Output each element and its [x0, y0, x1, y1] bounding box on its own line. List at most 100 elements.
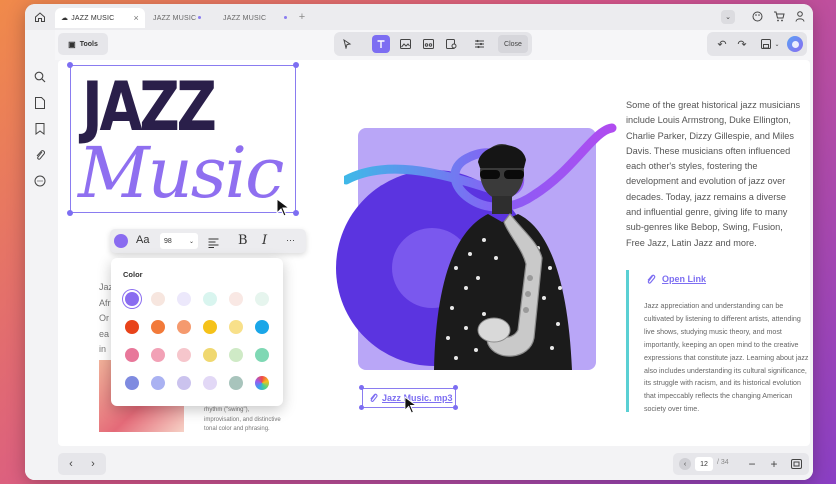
heading-selection-box[interactable] [70, 65, 296, 213]
caption-line: rhythm ("swing"), [204, 407, 250, 413]
unsaved-dot-icon [284, 16, 287, 19]
appreciation-paragraph[interactable]: Jazz appreciation and understanding can … [644, 300, 810, 416]
color-swatch[interactable] [255, 320, 269, 334]
close-tab-icon[interactable]: × [134, 13, 139, 23]
tab-bar: ☁ JAZZ MUSIC × JAZZ MUSIC JAZZ MUSIC + ⌄ [25, 4, 813, 30]
color-swatch[interactable] [151, 348, 165, 362]
resize-handle[interactable] [67, 210, 73, 216]
caption-line: tonal color and phrasing. [204, 426, 270, 432]
color-swatch[interactable] [177, 320, 191, 334]
color-swatch[interactable] [177, 292, 191, 306]
page-total: / 34 [717, 459, 729, 466]
paperclip-link-icon [647, 274, 656, 284]
user-icon[interactable] [793, 9, 807, 23]
attachment-box-icon[interactable] [442, 35, 460, 53]
fit-page-icon[interactable] [789, 457, 803, 471]
tab-jazz-music-3[interactable]: JAZZ MUSIC [217, 8, 293, 28]
pages-icon[interactable] [33, 96, 47, 110]
color-swatch[interactable] [151, 376, 165, 390]
color-swatch[interactable] [255, 292, 269, 306]
image-tool-icon[interactable] [396, 35, 414, 53]
color-swatch[interactable] [125, 376, 139, 390]
resize-handle[interactable] [453, 385, 458, 390]
save-icon[interactable] [759, 37, 773, 51]
comment-icon[interactable] [33, 174, 47, 188]
color-swatch[interactable] [229, 376, 243, 390]
font-family-button[interactable]: Aa [136, 234, 149, 246]
home-icon[interactable] [33, 10, 47, 24]
color-swatch[interactable] [203, 376, 217, 390]
color-swatch[interactable] [229, 348, 243, 362]
zoom-out-icon[interactable]: − [745, 457, 759, 471]
custom-color-wheel[interactable] [255, 376, 269, 390]
color-swatch[interactable] [125, 320, 139, 334]
ai-assistant-icon[interactable] [787, 36, 803, 52]
bold-button[interactable]: B [238, 233, 248, 248]
resize-handle[interactable] [293, 62, 299, 68]
text-format-toolbar: Aa 98 ⌄ B I ··· [110, 229, 306, 253]
cart-icon[interactable] [772, 9, 786, 23]
mouse-pointer-icon [404, 396, 418, 414]
palette-icon[interactable] [750, 9, 764, 23]
color-swatch[interactable] [151, 320, 165, 334]
previous-page-icon[interactable]: ‹ [679, 458, 691, 470]
open-link[interactable]: Open Link [662, 274, 706, 284]
new-tab-plus-icon[interactable]: + [295, 10, 309, 24]
resize-handle[interactable] [293, 210, 299, 216]
text-color-button[interactable] [114, 234, 128, 248]
color-swatch[interactable] [125, 292, 139, 306]
tools-button[interactable]: ▣ Tools [58, 33, 108, 55]
paperclip-icon[interactable] [33, 148, 47, 162]
tab-label: JAZZ MUSIC [153, 14, 197, 22]
color-swatch[interactable] [177, 348, 191, 362]
color-picker-panel: Color [111, 258, 283, 406]
text-tool-icon[interactable] [372, 35, 390, 53]
chevron-right-icon[interactable]: › [86, 457, 100, 471]
tab-jazz-music-2[interactable]: JAZZ MUSIC [147, 8, 207, 28]
color-swatch[interactable] [255, 348, 269, 362]
saxophone-player-photo[interactable] [426, 138, 576, 370]
search-icon[interactable] [33, 70, 47, 84]
save-options-chevron-icon[interactable]: ⌄ [773, 38, 781, 50]
close-edit-button[interactable]: Close [498, 35, 528, 53]
color-swatch[interactable] [151, 292, 165, 306]
body-paragraph[interactable]: Some of the great historical jazz musici… [626, 98, 801, 251]
color-swatch[interactable] [177, 376, 191, 390]
resize-handle[interactable] [359, 385, 364, 390]
color-swatch[interactable] [125, 348, 139, 362]
color-swatch[interactable] [203, 320, 217, 334]
resize-handle[interactable] [67, 62, 73, 68]
quote-accent-bar [626, 270, 629, 412]
font-size-select[interactable]: 98 ⌄ [160, 233, 198, 249]
link-box-icon[interactable] [419, 35, 437, 53]
more-options-button[interactable]: ··· [286, 235, 295, 245]
undo-icon[interactable]: ↶ [715, 37, 729, 51]
font-size-value: 98 [164, 237, 172, 245]
resize-handle[interactable] [453, 405, 458, 410]
select-cursor-icon[interactable] [338, 35, 356, 53]
cloud-icon: ☁ [61, 15, 69, 22]
toolbox-icon: ▣ [68, 39, 76, 49]
chevron-down-icon: ⌄ [188, 238, 194, 245]
history-tools-group: ↶ ↷ ⌄ [707, 32, 807, 56]
chevron-down-icon[interactable]: ⌄ [721, 10, 735, 24]
page-zoom-group: ‹ 12 / 34 − + [673, 453, 809, 475]
chevron-left-icon[interactable]: ‹ [64, 457, 78, 471]
paperclip-icon [370, 393, 378, 402]
bookmark-icon[interactable] [33, 122, 47, 136]
italic-button[interactable]: I [262, 233, 267, 248]
page-number-input[interactable]: 12 [695, 457, 713, 471]
align-left-icon[interactable] [208, 235, 219, 253]
tab-jazz-music-1[interactable]: ☁ JAZZ MUSIC × [55, 8, 145, 28]
zoom-in-icon[interactable]: + [767, 457, 781, 471]
color-swatch[interactable] [229, 320, 243, 334]
color-swatch[interactable] [203, 292, 217, 306]
color-swatch[interactable] [203, 348, 217, 362]
redo-icon[interactable]: ↷ [735, 37, 749, 51]
main-toolbar: ▣ Tools Close ↶ ↷ ⌄ [25, 30, 813, 60]
color-panel-title: Color [123, 270, 143, 279]
color-swatch[interactable] [229, 292, 243, 306]
resize-handle[interactable] [359, 405, 364, 410]
page-nav-group: ‹ › [58, 453, 106, 475]
sliders-icon[interactable] [470, 35, 488, 53]
